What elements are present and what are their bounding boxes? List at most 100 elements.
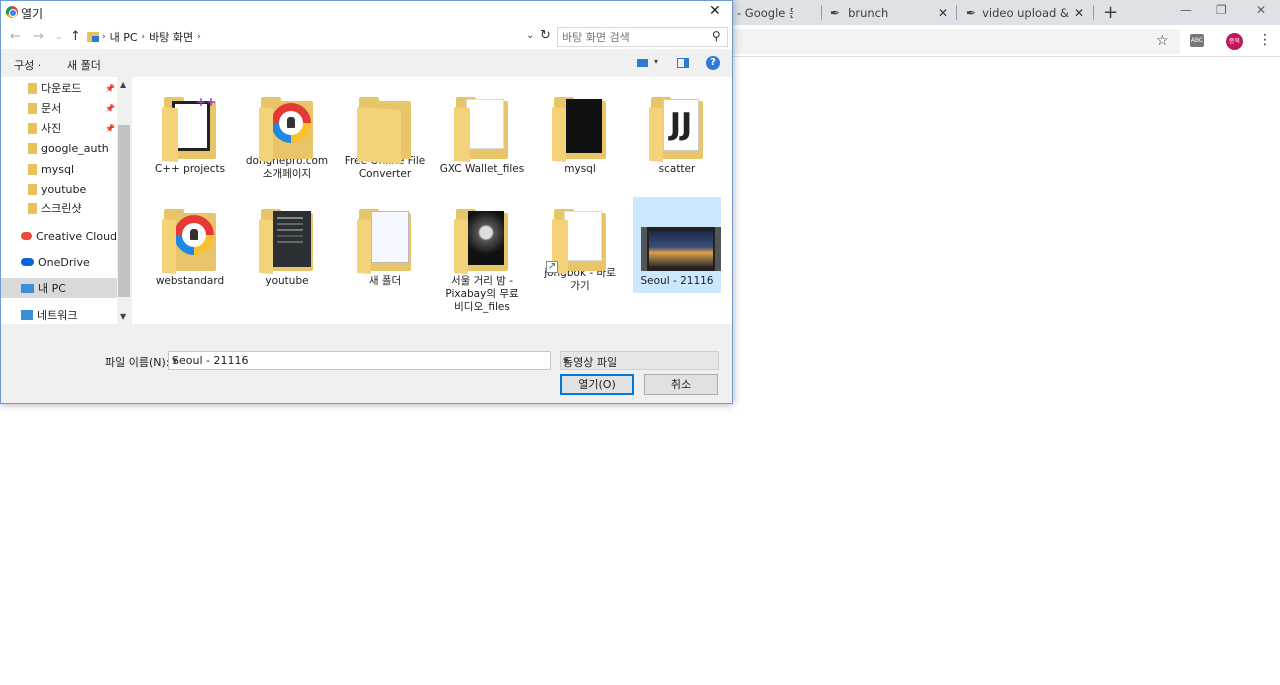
file-name: Seoul - 21116: [640, 275, 714, 287]
close-tab-icon[interactable]: ✕: [1074, 6, 1084, 20]
navigation-scrollbar[interactable]: ▲ ▼: [117, 77, 131, 324]
file-item-scatter[interactable]: JJ scatter: [633, 85, 721, 181]
file-item-mysql[interactable]: mysql: [536, 85, 624, 181]
search-input[interactable]: [562, 30, 702, 44]
folder-icon: ++: [162, 93, 218, 163]
file-name: youtube: [265, 275, 309, 287]
pen-icon: ✒: [830, 5, 841, 20]
file-item-webstandard[interactable]: webstandard: [146, 197, 234, 293]
sidebar-item-label: 문서: [41, 102, 62, 115]
this-pc-icon: [21, 283, 34, 293]
restore-icon[interactable]: ❐: [1216, 3, 1227, 17]
folder-icon: [357, 205, 413, 274]
breadcrumb[interactable]: › 내 PC › 바탕 화면 ›: [87, 27, 551, 47]
desktop-folder-icon: [87, 32, 99, 42]
file-item-cpp-projects[interactable]: ++ C++ projects: [146, 85, 234, 181]
new-tab-button[interactable]: +: [1103, 2, 1118, 23]
close-dialog-button[interactable]: ✕: [709, 3, 721, 19]
open-button[interactable]: 열기(O): [560, 374, 634, 395]
scroll-down-icon[interactable]: ▼: [120, 312, 126, 321]
chevron-right-icon[interactable]: ›: [102, 32, 106, 42]
folder-icon: JJ: [649, 93, 705, 162]
address-navigation-bar: ← → ⌄ ↑ › 내 PC › 바탕 화면 › ⌄ ↻ ⚲: [1, 25, 732, 49]
video-file-icon: [641, 205, 721, 273]
file-item-new-folder[interactable]: 새 폴더: [341, 197, 429, 293]
file-item-seoul-video[interactable]: Seoul - 21116: [633, 197, 721, 293]
dialog-title: 열기: [21, 7, 44, 21]
folder-icon: [28, 142, 37, 154]
command-bar: 구성 · 새 폴더 ▾ ?: [1, 51, 732, 76]
cancel-button[interactable]: 취소: [644, 374, 718, 395]
filename-label: 파일 이름(N):: [105, 356, 170, 369]
folder-icon: [552, 93, 608, 162]
file-item-dongnepro[interactable]: dongnepro.com 소개페이지: [243, 85, 331, 181]
recent-locations-icon[interactable]: ⌄: [55, 32, 63, 42]
breadcrumb-desktop[interactable]: 바탕 화면: [149, 29, 193, 45]
profile-avatar[interactable]: 종북: [1226, 33, 1243, 50]
chevron-down-icon[interactable]: ⌄: [526, 30, 534, 41]
extension-icon[interactable]: ABC: [1190, 34, 1204, 47]
breadcrumb-this-pc[interactable]: 내 PC: [110, 29, 138, 45]
scroll-up-icon[interactable]: ▲: [120, 80, 126, 89]
file-item-gxc-wallet-files[interactable]: GXC Wallet_files: [438, 85, 526, 181]
menu-dots-icon[interactable]: ⋮: [1258, 32, 1272, 48]
folder-icon: [259, 93, 315, 162]
folder-icon: [454, 93, 510, 163]
chevron-down-icon[interactable]: ▾: [563, 354, 569, 367]
chevron-down-icon[interactable]: ▾: [172, 354, 178, 367]
search-field[interactable]: ⚲: [557, 27, 728, 47]
sidebar-item-label: 내 PC: [38, 282, 66, 295]
sidebar-item-label: Creative Cloud Fil: [36, 229, 117, 243]
tab-separator: [1093, 5, 1094, 20]
change-view-icon[interactable]: [637, 59, 648, 67]
file-item-seoul-street-night-files[interactable]: 서울 거리 밤 - Pixabay의 무료 비디오_files: [438, 197, 526, 321]
minimize-icon[interactable]: —: [1180, 3, 1192, 17]
browser-tab-google-docs[interactable]: - Google 문서: [737, 0, 821, 25]
folder-icon: [259, 205, 315, 274]
tab-title: video upload & c: [982, 5, 1073, 20]
folder-icon: [28, 202, 37, 214]
chevron-right-icon[interactable]: ›: [197, 32, 201, 42]
filename-value[interactable]: Seoul - 21116: [172, 354, 248, 367]
download-folder-icon: [28, 82, 37, 94]
chevron-right-icon[interactable]: ›: [142, 32, 146, 42]
dialog-footer: 파일 이름(N): Seoul - 21116 ▾ 동영상 파일 ▾ 열기(O)…: [1, 324, 732, 403]
up-arrow-icon[interactable]: ↑: [70, 29, 81, 44]
folder-icon: [357, 93, 413, 165]
help-icon[interactable]: ?: [706, 56, 720, 70]
file-item-youtube[interactable]: youtube: [243, 197, 331, 293]
folder-icon: [28, 163, 37, 175]
search-icon[interactable]: ⚲: [712, 29, 721, 43]
pictures-folder-icon: [28, 122, 37, 134]
organize-button[interactable]: 구성 ·: [14, 57, 41, 73]
folder-shortcut-icon: ↗: [546, 205, 608, 275]
tab-title: brunch: [848, 5, 889, 20]
sidebar-item-label: OneDrive: [38, 255, 90, 269]
back-arrow-icon[interactable]: ←: [10, 29, 21, 44]
browser-tab-video-upload[interactable]: ✒ video upload & c ✕: [966, 0, 1092, 25]
forward-arrow-icon[interactable]: →: [33, 29, 44, 44]
file-name: scatter: [658, 163, 696, 175]
dialog-titlebar: 열기 ✕: [1, 1, 732, 25]
sidebar-item-label: 스크린샷: [41, 202, 82, 215]
close-tab-icon[interactable]: ✕: [938, 6, 948, 20]
scrollbar-thumb[interactable]: [118, 125, 130, 297]
view-dropdown-icon[interactable]: ▾: [654, 57, 658, 66]
close-window-icon[interactable]: ✕: [1256, 3, 1266, 17]
browser-tab-brunch[interactable]: ✒ brunch ✕: [830, 0, 956, 25]
file-type-select[interactable]: 동영상 파일 ▾: [560, 351, 719, 370]
bookmark-star-icon[interactable]: ☆: [1156, 33, 1169, 49]
filename-input[interactable]: Seoul - 21116 ▾: [168, 351, 551, 370]
sidebar-item-label: google_auth: [41, 141, 109, 155]
sidebar-item-creative-cloud[interactable]: Creative Cloud Fil: [21, 226, 117, 246]
file-item-jongbok-shortcut[interactable]: ↗ jongbok - 바로 가기: [536, 197, 624, 293]
preview-pane-icon[interactable]: [677, 58, 689, 68]
address-bar[interactable]: [732, 29, 1180, 54]
chrome-icon: [6, 6, 18, 18]
sidebar-item-this-pc[interactable]: 내 PC: [1, 278, 117, 298]
new-folder-button[interactable]: 새 폴더: [67, 57, 101, 73]
refresh-icon[interactable]: ↻: [540, 28, 551, 43]
file-item-free-online-file-converter[interactable]: Free Online File Converter: [341, 85, 429, 181]
folder-icon: [162, 205, 218, 274]
file-name: mysql: [564, 163, 596, 175]
